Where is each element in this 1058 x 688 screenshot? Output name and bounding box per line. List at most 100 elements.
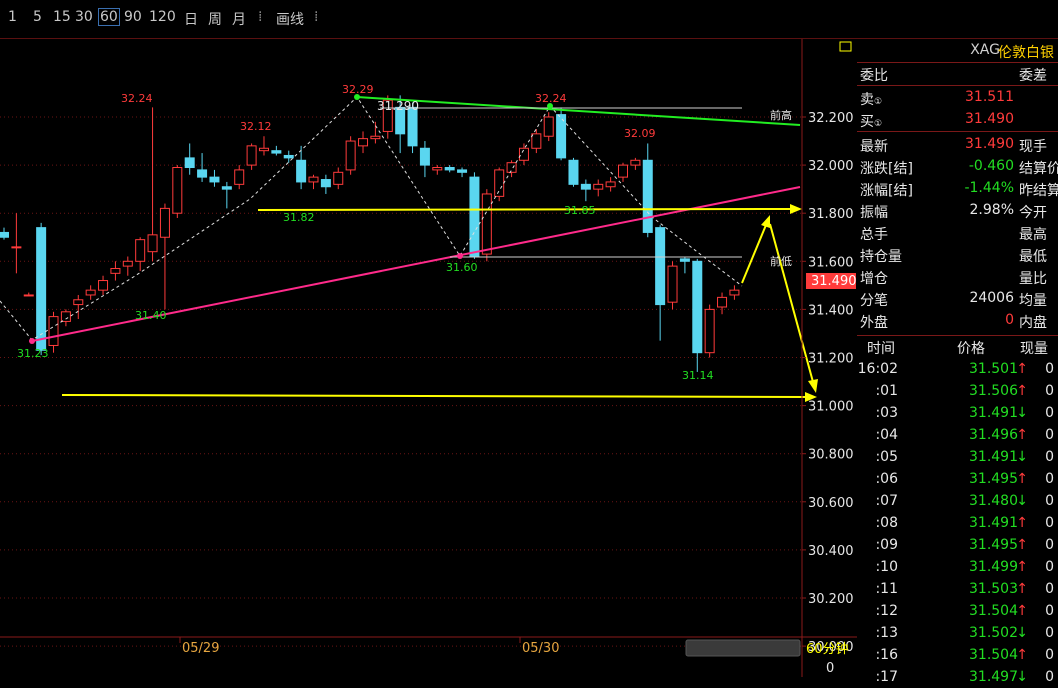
- arrow-down-icon: ↓: [1016, 493, 1028, 509]
- candle-down: [271, 150, 282, 154]
- candle-up: [308, 176, 319, 183]
- trough-label-5: 31.23: [17, 347, 49, 360]
- stat-label-right: 最高: [1019, 227, 1047, 243]
- tick-row: :12 31.504 ↑ 0: [857, 600, 1058, 622]
- tick-time: :17: [875, 669, 898, 685]
- tick-row: :10 31.499 ↑ 0: [857, 556, 1058, 578]
- tick-time: :03: [875, 405, 898, 421]
- stat-label: 总手: [860, 227, 888, 243]
- tick-row: :05 31.491 ↓ 0: [857, 446, 1058, 468]
- price-tick-label: 30.800: [808, 448, 854, 463]
- tick-price: 31.491: [969, 515, 1018, 531]
- buy-label-text: 买: [860, 114, 874, 130]
- tick-header-volume: 现量: [1020, 341, 1048, 357]
- tick-row: :17 31.497 ↓ 0: [857, 666, 1058, 688]
- stat-label: 增仓: [860, 271, 888, 287]
- sell-row: 卖① 31.511: [857, 86, 1058, 108]
- candle-up: [159, 207, 170, 238]
- period-day-button[interactable]: 日: [184, 9, 198, 29]
- price-tick-label: 30.200: [808, 592, 854, 607]
- candle-up: [605, 181, 616, 188]
- candle-up: [593, 183, 604, 190]
- tick-volume: 0: [1045, 427, 1054, 443]
- price-axis-config-icon[interactable]: [839, 41, 852, 52]
- period-month-button[interactable]: 月: [232, 9, 246, 29]
- tick-row: :01 31.506 ↑ 0: [857, 380, 1058, 402]
- tick-time: :09: [875, 537, 898, 553]
- stat-label: 分笔: [860, 293, 888, 309]
- candle-down: [692, 260, 703, 354]
- stat-label: 涨跌[结]: [860, 161, 913, 177]
- period-15-button[interactable]: 15: [53, 9, 71, 25]
- sell-label: 卖①: [860, 89, 882, 109]
- candle-up: [729, 289, 740, 296]
- candle-up: [333, 171, 344, 185]
- period-120-button[interactable]: 120: [149, 9, 176, 25]
- arrow-up-icon: ↑: [1016, 603, 1028, 619]
- candle-down: [320, 179, 331, 188]
- period-week-button[interactable]: 周: [208, 9, 222, 29]
- candle-down: [556, 114, 567, 159]
- candle-up: [432, 167, 443, 171]
- tick-volume: 0: [1045, 537, 1054, 553]
- tick-row: 16:02 31.501 ↑ 0: [857, 358, 1058, 380]
- trough-label-3: 31.85: [564, 204, 596, 217]
- stat-value: 24006: [969, 290, 1014, 306]
- stat-row: 增仓 量比: [857, 265, 1058, 287]
- stat-value: 31.490: [965, 136, 1014, 152]
- stat-label: 最新: [860, 139, 888, 155]
- candle-down: [283, 154, 294, 159]
- arrow-up-icon: ↑: [1016, 581, 1028, 597]
- draw-line-button[interactable]: 画线: [276, 9, 304, 29]
- tick-price: 31.491: [969, 405, 1018, 421]
- price-tick-label: 31.400: [808, 303, 854, 318]
- weicha-label: 委差: [1019, 68, 1047, 84]
- arrow-down-icon: ↓: [1016, 449, 1028, 465]
- period-90-button[interactable]: 90: [124, 9, 142, 25]
- candle-up: [122, 260, 133, 267]
- tick-row: :08 31.491 ↑ 0: [857, 512, 1058, 534]
- candle-up: [246, 145, 257, 166]
- period-5-button[interactable]: 5: [33, 9, 42, 25]
- yellow-resistance-line: [257, 208, 791, 211]
- candle-up: [147, 234, 158, 253]
- period-toolbar: 1 5 15 30 60 90 120 日 周 月 ⁞ 画线 ⁞: [0, 0, 1058, 39]
- candle-down: [184, 157, 195, 169]
- stat-label-right: 最低: [1019, 249, 1047, 265]
- kline-chart[interactable]: 32.24 32.12 32.29 32.24 32.09 31.82 31.6…: [0, 39, 857, 677]
- arrow-up-icon: ↑: [1016, 559, 1028, 575]
- tick-volume: 0: [1045, 361, 1054, 377]
- chart-scrollbar[interactable]: [685, 639, 801, 657]
- weibi-row: 委比 委差: [857, 62, 1058, 84]
- stat-row: 总手 最高: [857, 221, 1058, 243]
- sell-label-text: 卖: [860, 92, 874, 108]
- arrow-up-icon: ↑: [1016, 361, 1028, 377]
- peak-label-4: 32.24: [535, 92, 567, 105]
- buy-badge-icon: ①: [874, 119, 883, 129]
- candle-down: [407, 106, 418, 147]
- period-1-button[interactable]: 1: [8, 9, 17, 25]
- candle-down: [296, 159, 307, 183]
- candle-up: [518, 147, 529, 161]
- price-tick-label: 31.600: [808, 255, 854, 270]
- instrument-name: 伦敦白银: [998, 45, 1054, 61]
- stat-label: 振幅: [860, 205, 888, 221]
- tick-time: :06: [875, 471, 898, 487]
- tick-volume: 0: [1045, 625, 1054, 641]
- arrow-up-icon: ↑: [1016, 537, 1028, 553]
- tick-price: 31.504: [969, 647, 1018, 663]
- tick-price: 31.503: [969, 581, 1018, 597]
- stat-value: 0: [1005, 312, 1014, 328]
- tick-volume: 0: [1045, 493, 1054, 509]
- projection-arrow-down-head: [808, 379, 818, 393]
- tick-price: 31.496: [969, 427, 1018, 443]
- stat-label: 外盘: [860, 315, 888, 331]
- peak-label-5: 32.09: [624, 127, 656, 140]
- period-60-button[interactable]: 60: [98, 8, 120, 26]
- arrow-up-icon: ↑: [1016, 427, 1028, 443]
- tick-time: :08: [875, 515, 898, 531]
- candle-down: [469, 176, 480, 257]
- period-30-button[interactable]: 30: [75, 9, 93, 25]
- tick-row: :07 31.480 ↓ 0: [857, 490, 1058, 512]
- tick-row: :16 31.504 ↑ 0: [857, 644, 1058, 666]
